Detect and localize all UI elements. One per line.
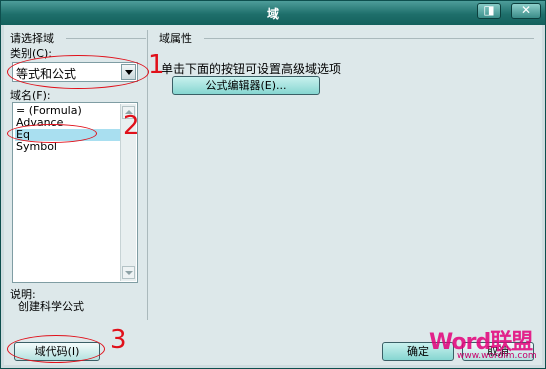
annotation-number-3: 3 [110, 325, 127, 355]
annotation-number-2: 2 [123, 111, 140, 141]
left-group-divider [66, 38, 146, 39]
scroll-down-icon[interactable] [122, 266, 135, 279]
field-properties-group-title: 域属性 [159, 32, 192, 45]
list-item[interactable]: Symbol [15, 141, 122, 153]
restore-button[interactable]: ◨ [477, 3, 501, 19]
choose-field-group-title: 请选择域 [10, 32, 54, 45]
annotation-number-1: 1 [148, 50, 165, 80]
annotation-ellipse-category [7, 55, 149, 89]
close-icon: ✕ [520, 3, 532, 17]
right-group-divider [204, 38, 534, 39]
field-names-label: 域名(F): [10, 89, 51, 102]
advanced-options-hint: 单击下面的按钮可设置高级域选项 [161, 62, 342, 76]
watermark-url: www.wordlm.com [457, 351, 537, 361]
annotation-ellipse-field-codes [7, 335, 105, 363]
annotation-ellipse-eq [7, 124, 97, 143]
close-button[interactable]: ✕ [511, 3, 541, 19]
title-bar[interactable]: 域 ◨ ✕ [1, 1, 545, 25]
field-dialog: 域 ◨ ✕ 请选择域 类别(C): 等式和公式 域名(F): = (Formul… [0, 0, 546, 369]
restore-icon: ◨ [483, 3, 495, 17]
description-text: 创建科学公式 [18, 300, 84, 313]
equation-editor-button[interactable]: 公式编辑器(E)... [172, 76, 320, 95]
window-title: 域 [266, 7, 279, 21]
